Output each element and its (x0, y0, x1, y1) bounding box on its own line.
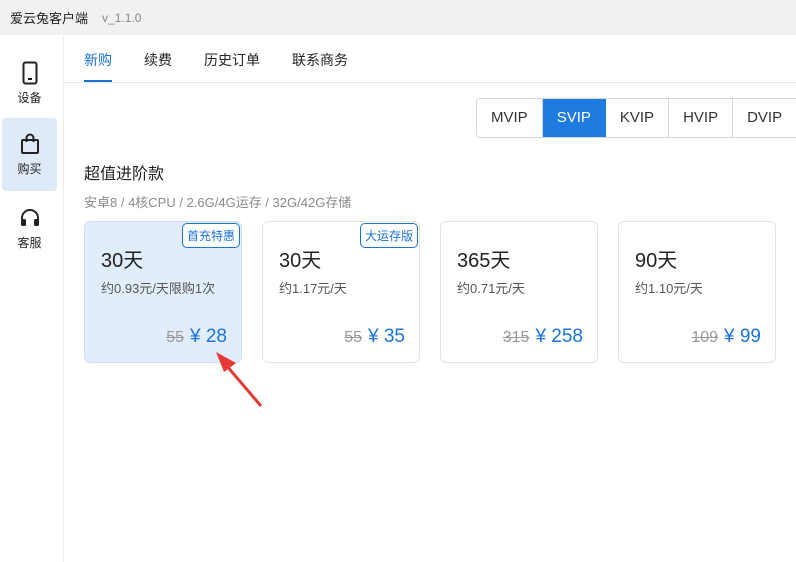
plan-current-price: ¥ 99 (724, 326, 761, 347)
headset-icon (19, 206, 41, 230)
plan-card-30-day-large-ram[interactable]: 大运存版 30天 约1.17元/天 55 ¥ 35 (262, 221, 420, 363)
plan-card-365-day[interactable]: 365天 约0.71元/天 315 ¥ 258 (440, 221, 598, 363)
plan-price: 109 ¥ 99 (691, 326, 761, 348)
sidebar-item-support[interactable]: 客服 (2, 192, 57, 265)
plan-badge: 首充特惠 (181, 223, 240, 248)
tab-order-history[interactable]: 历史订单 (204, 50, 260, 82)
plan-per-day: 约1.10元/天 (635, 281, 703, 296)
plan-badge: 大运存版 (359, 223, 418, 248)
tier-dvip-button[interactable]: DVIP (733, 99, 796, 137)
plan-per-day: 约1.17元/天 (279, 281, 347, 296)
plan-duration: 30天 (101, 250, 144, 272)
section-title: 超值进阶款 (84, 166, 165, 183)
tab-new-purchase[interactable]: 新购 (84, 50, 112, 82)
section-specs: 安卓8 / 4核CPU / 2.6G/4G运存 / 32G/42G存储 (84, 195, 352, 210)
vip-tier-selector: MVIP SVIP KVIP HVIP DVIP (476, 98, 796, 138)
tier-hvip-button[interactable]: HVIP (669, 99, 734, 137)
plan-old-price: 109 (691, 329, 719, 346)
sidebar-item-device[interactable]: 设备 (2, 47, 57, 120)
plan-duration: 90天 (635, 250, 678, 272)
sidebar-item-label: 客服 (17, 236, 42, 250)
plan-per-day: 约0.71元/天 (457, 281, 525, 296)
plan-current-price: ¥ 28 (190, 326, 227, 347)
plan-card-30-day-first[interactable]: 首充特惠 30天 约0.93元/天限购1次 55 ¥ 28 (84, 221, 242, 363)
plan-current-price: ¥ 258 (535, 326, 583, 347)
plan-duration: 30天 (279, 250, 322, 272)
tab-contact-business[interactable]: 联系商务 (292, 50, 348, 82)
plan-old-price: 55 (166, 329, 185, 346)
phone-icon (19, 61, 41, 85)
plan-price: 315 ¥ 258 (503, 326, 583, 348)
top-tabs: 新购 续费 历史订单 联系商务 (63, 35, 796, 83)
shopping-bag-icon (19, 132, 41, 156)
plan-duration: 365天 (457, 250, 511, 272)
sidebar: 设备 购买 客服 (0, 35, 64, 562)
plan-per-day: 约0.93元/天限购1次 (101, 281, 216, 296)
tier-mvip-button[interactable]: MVIP (477, 99, 543, 137)
app-title: 爱云兔客户端 (10, 11, 89, 26)
tier-kvip-button[interactable]: KVIP (605, 99, 670, 137)
tab-renew[interactable]: 续费 (144, 50, 172, 82)
sidebar-item-buy[interactable]: 购买 (2, 118, 57, 191)
plan-current-price: ¥ 35 (368, 326, 405, 347)
title-bar: 爱云兔客户端 v_1.1.0 (0, 0, 796, 35)
plan-price: 55 ¥ 28 (166, 326, 227, 348)
plan-old-price: 55 (344, 329, 363, 346)
app-version: v_1.1.0 (102, 10, 142, 25)
sidebar-item-label: 购买 (17, 162, 42, 176)
plan-price: 55 ¥ 35 (344, 326, 405, 348)
tier-svip-button[interactable]: SVIP (542, 99, 606, 137)
sidebar-item-label: 设备 (17, 91, 42, 105)
plan-old-price: 315 (502, 329, 530, 346)
plan-card-90-day[interactable]: 90天 约1.10元/天 109 ¥ 99 (618, 221, 776, 363)
